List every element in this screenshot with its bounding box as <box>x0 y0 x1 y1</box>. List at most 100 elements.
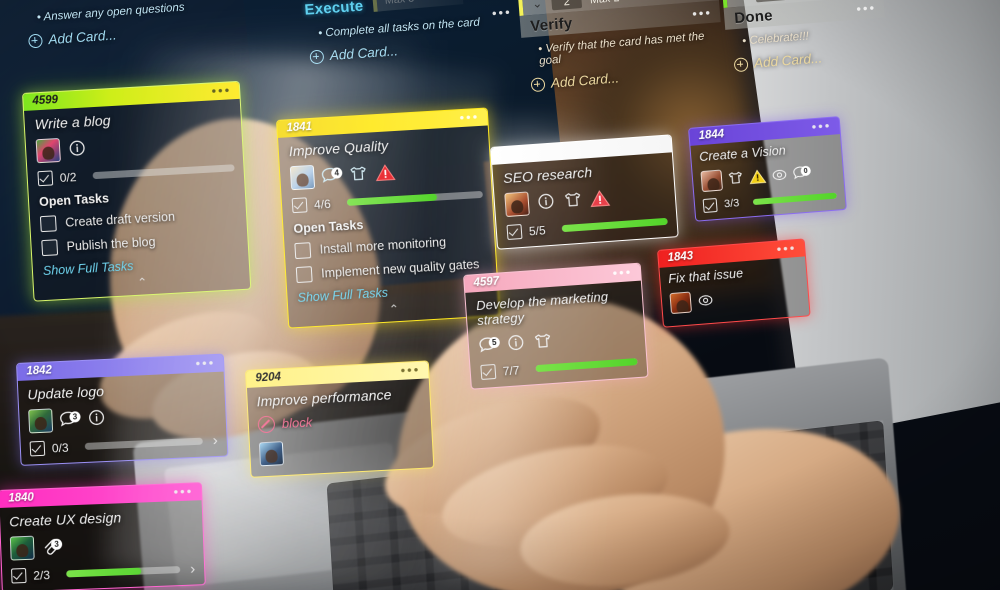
card-1840-menu[interactable]: ••• <box>173 484 193 500</box>
checkbox-icon <box>291 197 308 214</box>
avatar[interactable] <box>35 137 61 164</box>
no-entry-icon <box>257 415 276 434</box>
card-1840-progress-bar <box>66 566 181 578</box>
info-icon[interactable] <box>67 139 88 158</box>
card-4599-subhead: Open Tasks <box>38 191 110 210</box>
plus-circle-icon <box>530 76 546 92</box>
card-1841-progress-bar <box>346 190 483 206</box>
tshirt-size-icon[interactable] <box>727 170 745 187</box>
card-seo-research[interactable]: SEO research 5/5 <box>490 134 679 250</box>
card-9204-menu[interactable]: ••• <box>400 362 420 378</box>
tshirt-size-icon[interactable] <box>562 191 583 210</box>
card-4599-id: 4599 <box>32 94 59 108</box>
checkbox-icon <box>11 567 27 584</box>
card-1841-progress: 4/6 <box>291 187 484 214</box>
card-1840[interactable]: 1840 ••• Create UX design 3 2/3 › <box>0 482 206 590</box>
task-checkbox[interactable] <box>294 242 312 260</box>
avatar[interactable] <box>9 535 35 561</box>
card-1843-icon-row <box>669 282 800 314</box>
card-1841-progress-text: 4/6 <box>313 196 332 212</box>
chevron-down-icon[interactable]: ⌄ <box>734 0 748 4</box>
column-verify-limit-label: Max 2 <box>590 0 620 6</box>
avatar[interactable] <box>289 164 316 191</box>
card-4599-task-2[interactable]: Publish the blog <box>41 229 239 257</box>
column-done-count: 2 <box>755 0 787 3</box>
card-1843[interactable]: 1843 ••• Fix that issue <box>657 238 811 328</box>
task-checkbox[interactable] <box>41 239 59 257</box>
avatar[interactable] <box>504 191 530 218</box>
card-4597-body: Develop the marketing strategy 5 7/7 <box>465 281 647 389</box>
card-1841-menu[interactable]: ••• <box>459 109 480 125</box>
tshirt-size-icon[interactable] <box>532 332 553 351</box>
avatar[interactable] <box>28 408 54 434</box>
card-1842-progress-bar <box>84 437 203 450</box>
watch-eye-icon[interactable] <box>770 166 788 183</box>
warning-icon[interactable] <box>748 168 767 185</box>
card-4599-progress-text: 0/2 <box>59 169 77 185</box>
chevron-down-icon[interactable]: ⌄ <box>530 0 544 12</box>
card-4599[interactable]: 4599 ••• Write a blog 0/2 Open Tasks Cre… <box>22 80 252 302</box>
column-verify-title: Verify <box>529 14 574 36</box>
task-label: Implement new quality gates <box>320 257 480 281</box>
card-4597-id: 4597 <box>473 275 500 290</box>
card-1844-menu[interactable]: ••• <box>811 118 832 134</box>
column-verify-menu[interactable]: ••• <box>692 4 713 20</box>
comment-icon[interactable]: 4 <box>321 166 343 185</box>
card-4599-menu[interactable]: ••• <box>211 82 231 98</box>
column-verify-count: 2 <box>551 0 583 11</box>
card-1844-icon-row: 0 <box>700 160 835 192</box>
blocked-warning-icon[interactable] <box>375 163 396 182</box>
card-9204[interactable]: 9204 ••• Improve performance block <box>245 360 435 478</box>
card-4597-progress-text: 7/7 <box>502 362 520 378</box>
column-execute: Execute • Complete all tasks on the card… <box>300 0 534 65</box>
card-1844-body: Create a Vision 0 3/3 <box>690 134 845 221</box>
column-analyze: • Answer any open questions Add Card... <box>20 0 272 49</box>
card-1844-progress-bar <box>752 192 837 206</box>
comment-icon[interactable]: 0 <box>792 165 812 182</box>
card-4597-icon-row: 5 <box>478 324 636 357</box>
column-done-title: Done <box>733 7 774 28</box>
avatar[interactable] <box>258 441 285 467</box>
card-1844-id: 1844 <box>698 128 725 143</box>
attachment-icon[interactable]: 3 <box>41 538 63 557</box>
watch-eye-icon[interactable] <box>696 292 714 309</box>
card-1843-menu[interactable]: ••• <box>776 240 797 256</box>
card-1842-next-arrow-icon[interactable]: › <box>210 431 218 448</box>
card-4599-task-1[interactable]: Create draft version <box>39 205 238 233</box>
checkbox-icon <box>480 363 497 380</box>
card-4597-progress: 7/7 <box>480 354 638 380</box>
column-done: ⌄ 2 Done ••• • Celebrate!!! Add Card... <box>722 0 888 73</box>
info-icon[interactable] <box>535 193 556 212</box>
card-1841-icon-row: 4 <box>289 155 482 191</box>
card-9204-block-label: block <box>281 414 313 432</box>
comment-icon[interactable]: 5 <box>478 336 501 355</box>
avatar[interactable] <box>700 169 723 192</box>
card-1841-subhead: Open Tasks <box>293 218 364 237</box>
card-1842-menu[interactable]: ••• <box>195 355 215 371</box>
task-checkbox[interactable] <box>39 215 57 233</box>
card-1843-id: 1843 <box>667 250 694 265</box>
info-icon[interactable] <box>505 334 526 353</box>
card-1841-task-1[interactable]: Install more monitoring <box>294 232 486 260</box>
card-1842-body: Update logo 3 0/3 › <box>18 372 228 465</box>
avatar[interactable] <box>669 291 692 314</box>
comment-icon[interactable]: 3 <box>59 410 81 429</box>
card-4599-title: Write a blog <box>34 112 112 133</box>
card-1840-id: 1840 <box>8 491 35 505</box>
card-1842[interactable]: 1842 ••• Update logo 3 0/3 › <box>16 353 229 466</box>
blocked-warning-icon[interactable] <box>589 189 611 208</box>
add-card-analyze-label: Add Card... <box>47 27 118 48</box>
card-4597[interactable]: 4597 ••• Develop the marketing strategy … <box>463 262 649 390</box>
card-1840-title: Create UX design <box>8 509 122 530</box>
card-9204-blocked-row: block <box>257 408 422 434</box>
column-done-menu[interactable]: ••• <box>856 0 877 16</box>
card-4597-menu[interactable]: ••• <box>612 264 633 280</box>
card-1844[interactable]: 1844 ••• Create a Vision 0 3/3 <box>688 116 847 222</box>
card-1840-next-arrow-icon[interactable]: › <box>187 560 196 577</box>
info-icon[interactable] <box>86 409 107 428</box>
tshirt-size-icon[interactable] <box>348 165 369 184</box>
task-checkbox[interactable] <box>295 266 313 284</box>
card-1842-progress: 0/3 › <box>29 431 218 457</box>
card-1841-task-2[interactable]: Implement new quality gates <box>295 256 488 284</box>
add-card-done-label: Add Card... <box>753 50 823 71</box>
